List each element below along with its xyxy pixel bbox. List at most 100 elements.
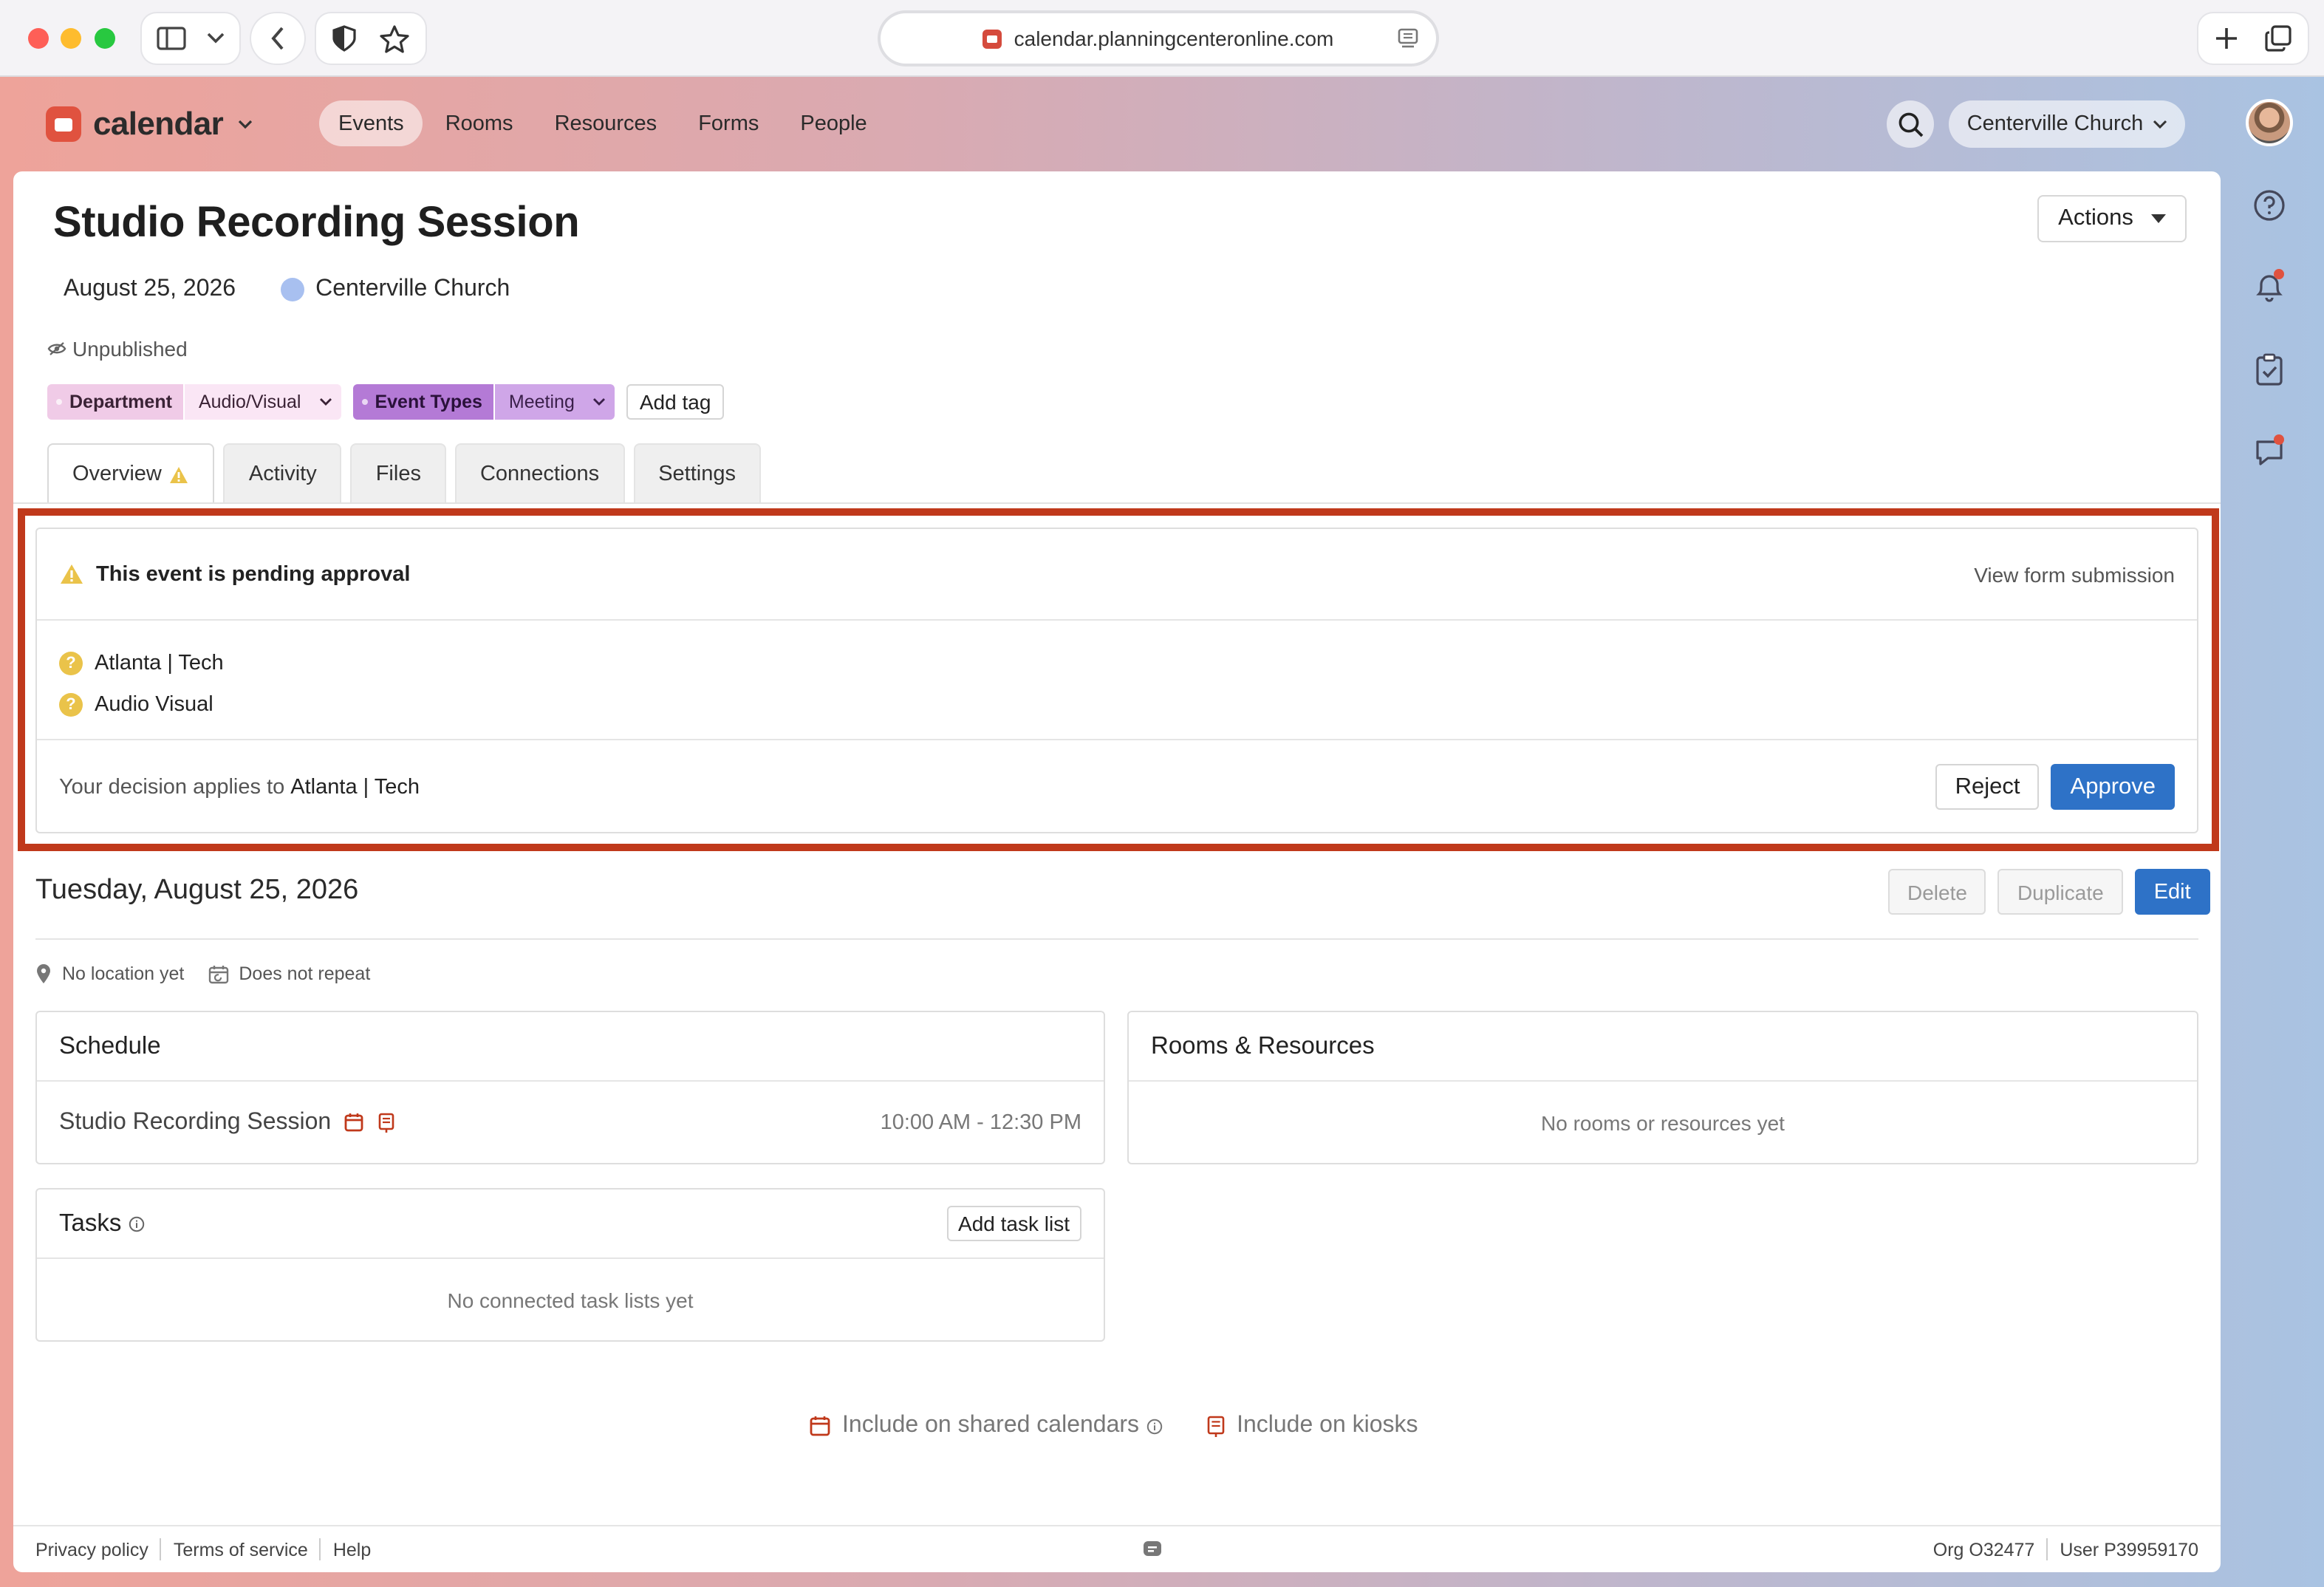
chat-support-icon[interactable] <box>1142 1540 1163 1559</box>
approver-name: Audio Visual <box>95 693 213 717</box>
approver-item: ? Audio Visual <box>59 684 224 726</box>
tabs-divider <box>13 502 2221 504</box>
help-link[interactable]: Help <box>333 1539 371 1560</box>
nav-forms[interactable]: Forms <box>679 100 778 146</box>
occurrence-buttons: Delete Duplicate Edit <box>1888 869 2210 915</box>
include-kiosks[interactable]: Include on kiosks <box>1207 1413 1418 1439</box>
notification-dot <box>2274 269 2284 279</box>
tab-overview[interactable]: Overview <box>47 443 215 504</box>
tasks-body: No connected task lists yet <box>37 1259 1104 1340</box>
include-shared-calendars[interactable]: Include on shared calendars <box>810 1413 1163 1439</box>
calendar-logo-icon <box>46 106 81 142</box>
rooms-empty-state: No rooms or resources yet <box>1541 1110 1785 1134</box>
chevron-left-icon <box>271 27 284 50</box>
info-icon[interactable] <box>1146 1418 1163 1434</box>
tag-value-label: Audio/Visual <box>198 392 301 412</box>
question-icon: ? <box>59 652 83 675</box>
chevron-down-icon <box>592 398 605 406</box>
search-button[interactable] <box>1887 100 1934 148</box>
org-id: Org O32477 <box>1932 1539 2035 1560</box>
org-name: Centerville Church <box>1966 112 2144 136</box>
schedule-item-name: Studio Recording Session <box>59 1109 332 1134</box>
schedule-row[interactable]: Studio Recording Session 10:00 AM - 12:3… <box>37 1082 1104 1163</box>
actions-label: Actions <box>2058 205 2133 231</box>
nav-resources[interactable]: Resources <box>536 100 677 146</box>
approve-button[interactable]: Approve <box>2051 764 2175 810</box>
calendar-icon <box>810 1416 830 1436</box>
nav-events[interactable]: Events <box>319 100 423 146</box>
user-avatar[interactable] <box>2246 99 2293 146</box>
org-switcher-button[interactable]: Centerville Church <box>1949 100 2185 148</box>
publish-status[interactable]: Unpublished <box>47 337 188 361</box>
delete-button[interactable]: Delete <box>1888 869 1986 915</box>
tasks-header: Tasks Add task list <box>37 1190 1104 1259</box>
occurrence-divider <box>35 938 2198 940</box>
event-meta: August 25, 2026 Centerville Church <box>64 276 510 303</box>
address-bar[interactable]: calendar.planningcenteronline.com <box>881 13 1436 64</box>
shield-icon[interactable] <box>332 25 356 52</box>
nav-people[interactable]: People <box>781 100 886 146</box>
event-card: Studio Recording Session Actions August … <box>13 171 2221 1572</box>
include-shared-label: Include on shared calendars <box>842 1413 1140 1438</box>
tab-settings[interactable]: Settings <box>633 443 761 504</box>
tag-event-types[interactable]: Event Types Meeting <box>352 384 615 420</box>
approver-list: ? Atlanta | Tech ? Audio Visual <box>59 643 224 726</box>
calendar-icon <box>344 1113 363 1132</box>
tag-group-label: Event Types <box>375 392 482 412</box>
help-button[interactable] <box>2243 179 2296 232</box>
tasks-empty-state: No connected task lists yet <box>447 1288 694 1311</box>
nav-rooms[interactable]: Rooms <box>426 100 533 146</box>
view-form-submission-link[interactable]: View form submission <box>1974 562 2175 586</box>
rooms-resources-panel: Rooms & Resources No rooms or resources … <box>1127 1011 2198 1164</box>
footer-divider <box>160 1538 162 1560</box>
warning-icon <box>170 466 188 482</box>
schedule-item-time: 10:00 AM - 12:30 PM <box>880 1110 1081 1134</box>
screen: calendar.planningcenteronline.com calend… <box>0 0 2324 1587</box>
caret-down-icon <box>2150 214 2166 223</box>
zoom-window-button[interactable] <box>95 28 115 49</box>
tab-connections[interactable]: Connections <box>454 443 625 504</box>
star-icon[interactable] <box>380 24 409 52</box>
kiosk-icon <box>1207 1415 1225 1436</box>
privacy-policy-link[interactable]: Privacy policy <box>35 1539 148 1560</box>
terms-of-service-link[interactable]: Terms of service <box>174 1539 308 1560</box>
location-label: No location yet <box>62 963 185 984</box>
tab-overview-icon[interactable] <box>2265 25 2291 52</box>
close-window-button[interactable] <box>28 28 49 49</box>
decision-prefix: Your decision applies to <box>59 775 285 799</box>
tag-department[interactable]: Department Audio/Visual <box>47 384 341 420</box>
favicon-icon <box>982 29 1002 48</box>
tab-activity[interactable]: Activity <box>223 443 342 504</box>
occurrence-date: Tuesday, August 25, 2026 <box>35 875 359 906</box>
new-tab-icon[interactable] <box>2215 27 2238 50</box>
tasks-button[interactable] <box>2243 343 2296 396</box>
reader-mode-icon[interactable] <box>1398 28 1418 49</box>
duplicate-button[interactable]: Duplicate <box>1997 869 2123 915</box>
edit-button[interactable]: Edit <box>2134 869 2210 915</box>
sidebar-toggle-button[interactable] <box>142 13 239 64</box>
back-button[interactable] <box>251 13 304 64</box>
chevron-down-icon <box>2153 119 2167 129</box>
minimize-window-button[interactable] <box>61 28 81 49</box>
event-calendar: Centerville Church <box>315 276 510 301</box>
tab-files[interactable]: Files <box>350 443 446 504</box>
info-icon[interactable] <box>129 1215 145 1232</box>
approval-header: This event is pending approval View form… <box>37 529 2197 621</box>
add-task-list-button[interactable]: Add task list <box>946 1206 1081 1241</box>
tab-controls-group <box>2198 13 2308 64</box>
reject-button[interactable]: Reject <box>1935 764 2040 810</box>
app-switcher[interactable]: calendar <box>46 105 253 143</box>
calendar-repeat-icon <box>208 965 228 983</box>
messages-button[interactable] <box>2243 426 2296 479</box>
add-tag-button[interactable]: Add tag <box>626 384 725 420</box>
notifications-button[interactable] <box>2243 260 2296 313</box>
chevron-down-icon <box>207 33 225 44</box>
schedule-item: Studio Recording Session <box>59 1109 394 1136</box>
search-icon <box>1898 112 1923 137</box>
occurrence-details: No location yet Does not repeat <box>35 963 394 984</box>
privacy-and-bookmark-group <box>316 13 426 64</box>
chevron-down-icon <box>319 398 332 406</box>
help-icon <box>2254 190 2285 221</box>
tag-list: Department Audio/Visual Event Types Meet… <box>47 384 725 420</box>
actions-button[interactable]: Actions <box>2037 195 2187 242</box>
